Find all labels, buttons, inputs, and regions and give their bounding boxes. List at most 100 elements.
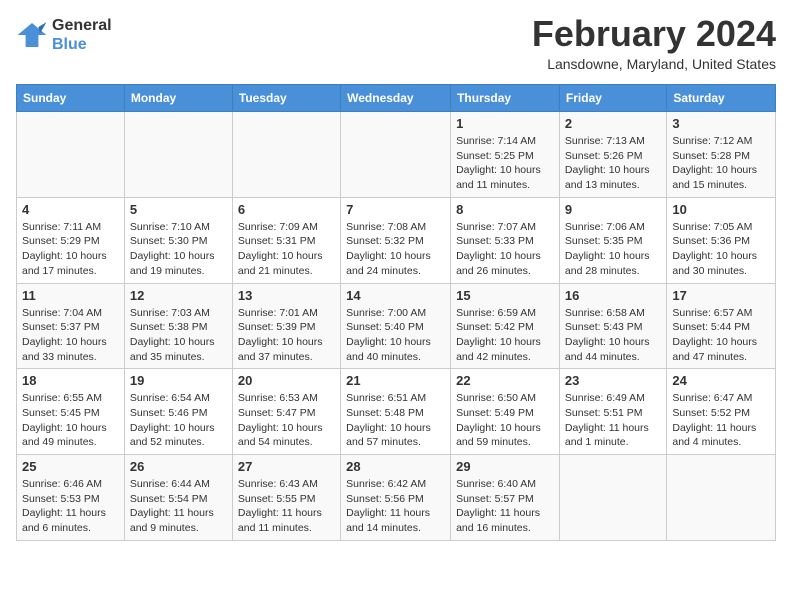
calendar-day-cell: 21 Sunrise: 6:51 AM Sunset: 5:48 PM Dayli… bbox=[341, 369, 451, 455]
calendar-day-cell: 7 Sunrise: 7:08 AM Sunset: 5:32 PM Daylig… bbox=[341, 197, 451, 283]
day-number: 1 bbox=[456, 116, 554, 131]
day-number: 17 bbox=[672, 288, 770, 303]
day-number: 13 bbox=[238, 288, 335, 303]
weekday-header-cell: Wednesday bbox=[341, 85, 451, 112]
day-info: Sunrise: 7:05 AM Sunset: 5:36 PM Dayligh… bbox=[672, 220, 770, 279]
day-info: Sunrise: 7:07 AM Sunset: 5:33 PM Dayligh… bbox=[456, 220, 554, 279]
day-info: Sunrise: 7:09 AM Sunset: 5:31 PM Dayligh… bbox=[238, 220, 335, 279]
calendar-day-cell: 22 Sunrise: 6:50 AM Sunset: 5:49 PM Dayli… bbox=[451, 369, 560, 455]
day-info: Sunrise: 6:59 AM Sunset: 5:42 PM Dayligh… bbox=[456, 306, 554, 365]
day-number: 18 bbox=[22, 373, 119, 388]
day-info: Sunrise: 6:54 AM Sunset: 5:46 PM Dayligh… bbox=[130, 391, 227, 450]
calendar-body: 1Sunrise: 7:14 AM Sunset: 5:25 PM Daylig… bbox=[17, 112, 776, 541]
weekday-header-cell: Sunday bbox=[17, 85, 125, 112]
calendar-day-cell bbox=[341, 112, 451, 198]
day-number: 8 bbox=[456, 202, 554, 217]
weekday-header-cell: Tuesday bbox=[232, 85, 340, 112]
weekday-header-cell: Friday bbox=[559, 85, 666, 112]
calendar-day-cell: 26 Sunrise: 6:44 AM Sunset: 5:54 PM Dayli… bbox=[124, 455, 232, 541]
day-info: Sunrise: 6:47 AM Sunset: 5:52 PM Dayligh… bbox=[672, 391, 770, 450]
day-number: 29 bbox=[456, 459, 554, 474]
calendar-day-cell: 19 Sunrise: 6:54 AM Sunset: 5:46 PM Dayli… bbox=[124, 369, 232, 455]
day-info: Sunrise: 7:10 AM Sunset: 5:30 PM Dayligh… bbox=[130, 220, 227, 279]
day-info: Sunrise: 6:58 AM Sunset: 5:43 PM Dayligh… bbox=[565, 306, 661, 365]
day-number: 7 bbox=[346, 202, 445, 217]
day-number: 26 bbox=[130, 459, 227, 474]
month-year-title: February 2024 bbox=[532, 16, 776, 52]
calendar-day-cell: 13 Sunrise: 7:01 AM Sunset: 5:39 PM Dayli… bbox=[232, 283, 340, 369]
day-number: 16 bbox=[565, 288, 661, 303]
calendar-day-cell: 1Sunrise: 7:14 AM Sunset: 5:25 PM Daylig… bbox=[451, 112, 560, 198]
day-number: 23 bbox=[565, 373, 661, 388]
day-info: Sunrise: 7:12 AM Sunset: 5:28 PM Dayligh… bbox=[672, 134, 770, 193]
calendar-week-row: 11Sunrise: 7:04 AM Sunset: 5:37 PM Dayli… bbox=[17, 283, 776, 369]
weekday-header-cell: Thursday bbox=[451, 85, 560, 112]
day-info: Sunrise: 6:57 AM Sunset: 5:44 PM Dayligh… bbox=[672, 306, 770, 365]
logo: General Blue bbox=[16, 16, 112, 54]
day-info: Sunrise: 7:13 AM Sunset: 5:26 PM Dayligh… bbox=[565, 134, 661, 193]
day-number: 21 bbox=[346, 373, 445, 388]
day-info: Sunrise: 6:55 AM Sunset: 5:45 PM Dayligh… bbox=[22, 391, 119, 450]
day-number: 9 bbox=[565, 202, 661, 217]
day-number: 14 bbox=[346, 288, 445, 303]
calendar-day-cell: 3 Sunrise: 7:12 AM Sunset: 5:28 PM Daylig… bbox=[667, 112, 776, 198]
calendar-day-cell: 17 Sunrise: 6:57 AM Sunset: 5:44 PM Dayli… bbox=[667, 283, 776, 369]
calendar-day-cell bbox=[667, 455, 776, 541]
calendar-day-cell bbox=[559, 455, 666, 541]
weekday-header-cell: Monday bbox=[124, 85, 232, 112]
weekday-header-cell: Saturday bbox=[667, 85, 776, 112]
day-info: Sunrise: 7:00 AM Sunset: 5:40 PM Dayligh… bbox=[346, 306, 445, 365]
calendar-day-cell bbox=[17, 112, 125, 198]
calendar-day-cell: 29 Sunrise: 6:40 AM Sunset: 5:57 PM Dayli… bbox=[451, 455, 560, 541]
day-info: Sunrise: 6:46 AM Sunset: 5:53 PM Dayligh… bbox=[22, 477, 119, 536]
calendar-day-cell: 25 Sunrise: 6:46 AM Sunset: 5:53 PM Dayli… bbox=[17, 455, 125, 541]
day-info: Sunrise: 6:40 AM Sunset: 5:57 PM Dayligh… bbox=[456, 477, 554, 536]
calendar-day-cell: 6 Sunrise: 7:09 AM Sunset: 5:31 PM Daylig… bbox=[232, 197, 340, 283]
day-number: 19 bbox=[130, 373, 227, 388]
title-block: February 2024 Lansdowne, Maryland, Unite… bbox=[532, 16, 776, 72]
day-number: 3 bbox=[672, 116, 770, 131]
calendar-day-cell: 28Sunrise: 6:42 AM Sunset: 5:56 PM Dayli… bbox=[341, 455, 451, 541]
logo-icon bbox=[16, 19, 48, 51]
day-info: Sunrise: 6:53 AM Sunset: 5:47 PM Dayligh… bbox=[238, 391, 335, 450]
calendar-day-cell: 4 Sunrise: 7:11 AM Sunset: 5:29 PM Daylig… bbox=[17, 197, 125, 283]
calendar-day-cell: 9Sunrise: 7:06 AM Sunset: 5:35 PM Daylig… bbox=[559, 197, 666, 283]
calendar-week-row: 1Sunrise: 7:14 AM Sunset: 5:25 PM Daylig… bbox=[17, 112, 776, 198]
calendar-day-cell: 20Sunrise: 6:53 AM Sunset: 5:47 PM Dayli… bbox=[232, 369, 340, 455]
day-number: 2 bbox=[565, 116, 661, 131]
day-number: 25 bbox=[22, 459, 119, 474]
weekday-header-row: SundayMondayTuesdayWednesdayThursdayFrid… bbox=[17, 85, 776, 112]
day-info: Sunrise: 6:51 AM Sunset: 5:48 PM Dayligh… bbox=[346, 391, 445, 450]
day-info: Sunrise: 6:42 AM Sunset: 5:56 PM Dayligh… bbox=[346, 477, 445, 536]
day-info: Sunrise: 6:43 AM Sunset: 5:55 PM Dayligh… bbox=[238, 477, 335, 536]
day-number: 12 bbox=[130, 288, 227, 303]
calendar-day-cell: 23 Sunrise: 6:49 AM Sunset: 5:51 PM Dayli… bbox=[559, 369, 666, 455]
calendar-day-cell: 24 Sunrise: 6:47 AM Sunset: 5:52 PM Dayli… bbox=[667, 369, 776, 455]
day-number: 4 bbox=[22, 202, 119, 217]
location-subtitle: Lansdowne, Maryland, United States bbox=[532, 56, 776, 72]
calendar-week-row: 18 Sunrise: 6:55 AM Sunset: 5:45 PM Dayli… bbox=[17, 369, 776, 455]
day-number: 6 bbox=[238, 202, 335, 217]
day-info: Sunrise: 7:01 AM Sunset: 5:39 PM Dayligh… bbox=[238, 306, 335, 365]
day-info: Sunrise: 6:49 AM Sunset: 5:51 PM Dayligh… bbox=[565, 391, 661, 450]
calendar-day-cell: 2 Sunrise: 7:13 AM Sunset: 5:26 PM Daylig… bbox=[559, 112, 666, 198]
day-info: Sunrise: 6:50 AM Sunset: 5:49 PM Dayligh… bbox=[456, 391, 554, 450]
calendar-day-cell: 16 Sunrise: 6:58 AM Sunset: 5:43 PM Dayli… bbox=[559, 283, 666, 369]
day-info: Sunrise: 6:44 AM Sunset: 5:54 PM Dayligh… bbox=[130, 477, 227, 536]
day-info: Sunrise: 7:11 AM Sunset: 5:29 PM Dayligh… bbox=[22, 220, 119, 279]
day-info: Sunrise: 7:08 AM Sunset: 5:32 PM Dayligh… bbox=[346, 220, 445, 279]
day-number: 22 bbox=[456, 373, 554, 388]
calendar-day-cell: 18 Sunrise: 6:55 AM Sunset: 5:45 PM Dayli… bbox=[17, 369, 125, 455]
calendar-day-cell: 8 Sunrise: 7:07 AM Sunset: 5:33 PM Daylig… bbox=[451, 197, 560, 283]
day-number: 24 bbox=[672, 373, 770, 388]
calendar-week-row: 25 Sunrise: 6:46 AM Sunset: 5:53 PM Dayli… bbox=[17, 455, 776, 541]
day-number: 11 bbox=[22, 288, 119, 303]
calendar-day-cell: 15 Sunrise: 6:59 AM Sunset: 5:42 PM Dayli… bbox=[451, 283, 560, 369]
day-info: Sunrise: 7:03 AM Sunset: 5:38 PM Dayligh… bbox=[130, 306, 227, 365]
day-number: 15 bbox=[456, 288, 554, 303]
calendar-day-cell: 10Sunrise: 7:05 AM Sunset: 5:36 PM Dayli… bbox=[667, 197, 776, 283]
day-number: 5 bbox=[130, 202, 227, 217]
calendar-day-cell: 11Sunrise: 7:04 AM Sunset: 5:37 PM Dayli… bbox=[17, 283, 125, 369]
calendar-day-cell: 12 Sunrise: 7:03 AM Sunset: 5:38 PM Dayli… bbox=[124, 283, 232, 369]
calendar-day-cell: 5 Sunrise: 7:10 AM Sunset: 5:30 PM Daylig… bbox=[124, 197, 232, 283]
